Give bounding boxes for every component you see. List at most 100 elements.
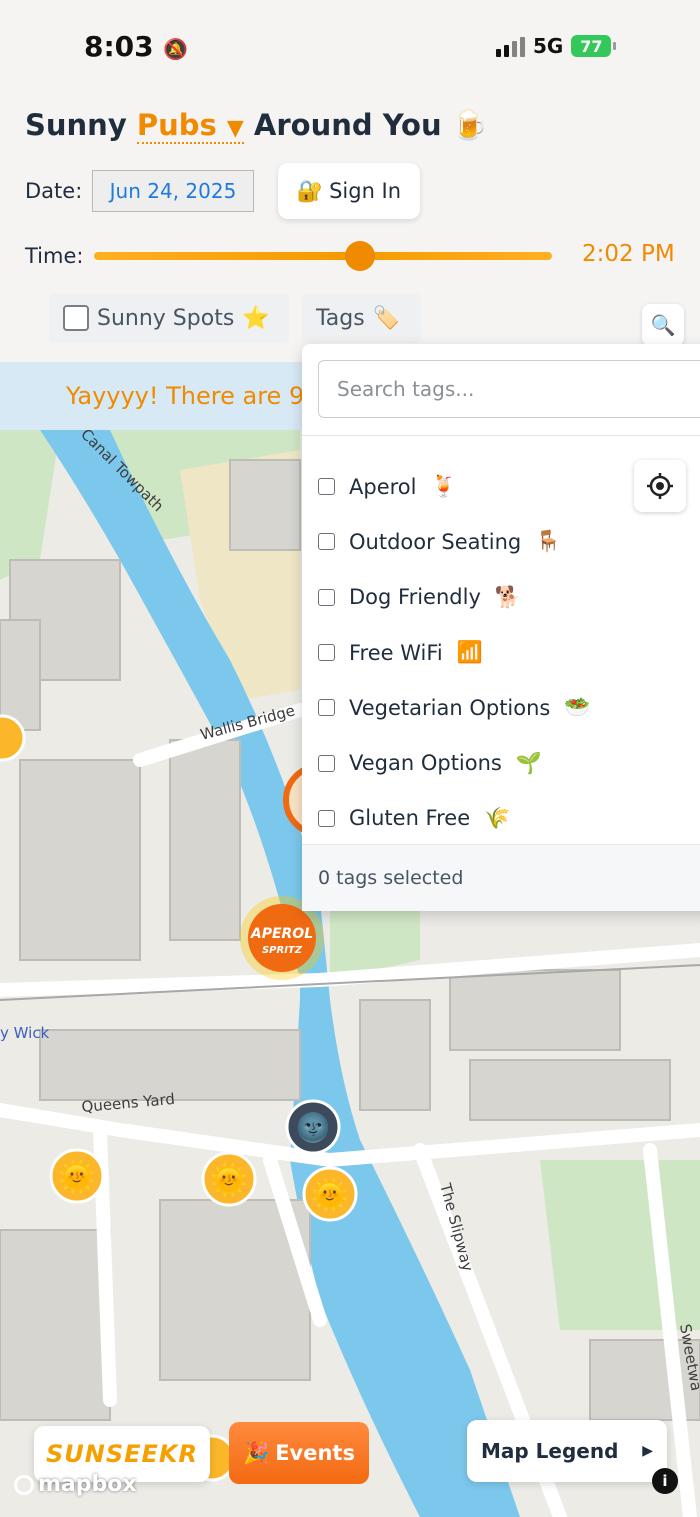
tag-label: Free WiFi [349, 640, 443, 665]
map-legend-label: Map Legend [481, 1439, 619, 1463]
salad-icon: 🥗 [564, 695, 591, 720]
marker-badge-line2: SPRITZ [262, 945, 303, 956]
status-time-value: 8:03 [84, 30, 154, 63]
signal-bars-icon: 📶 [456, 640, 483, 665]
cellular-signal-icon [496, 35, 525, 57]
tag-checkbox[interactable] [318, 809, 335, 827]
events-button[interactable]: 🎉 Events [229, 1422, 369, 1484]
wheat-icon: 🌾 [484, 805, 511, 830]
building [0, 1229, 111, 1421]
tag-checkbox[interactable] [318, 533, 335, 551]
mapbox-attribution[interactable]: mapbox [14, 1472, 137, 1497]
venue-marker-sun[interactable]: 🌞 [49, 1148, 105, 1204]
tag-option-dog-friendly[interactable]: Dog Friendly 🐕 [318, 570, 591, 625]
tag-label: Gluten Free [349, 806, 471, 831]
date-picker[interactable]: Jun 24, 2025 [92, 170, 254, 212]
sun-marker-emoji: 🌞 [210, 1161, 247, 1198]
time-value: 2:02 PM [582, 241, 675, 267]
battery-level: 77 [580, 36, 603, 56]
tag-option-aperol[interactable]: Aperol 🍹 [318, 459, 591, 514]
time-slider-track[interactable] [94, 252, 552, 260]
tag-checkbox[interactable] [318, 754, 335, 772]
tags-selected-count: 0 tags selected [302, 844, 700, 911]
sign-in-button[interactable]: 🔐 Sign In [278, 163, 420, 219]
venue-marker-sun[interactable]: 🌞 [201, 1151, 257, 1207]
mapbox-text: mapbox [38, 1472, 137, 1497]
lock-icon: 🔐 [296, 178, 324, 203]
venue-marker-sun[interactable]: 🌞 [302, 1166, 358, 1222]
venue-type-label: Pubs [136, 108, 217, 142]
date-label: Date: [25, 179, 83, 203]
building [449, 969, 621, 1051]
building [0, 619, 41, 731]
park-area [540, 1160, 700, 1330]
status-time: 8:03 🔕 [84, 30, 188, 63]
sign-in-label: Sign In [329, 179, 402, 203]
star-icon: ⭐ [242, 305, 270, 331]
results-banner-text: Yayyyy! There are 9 [66, 382, 305, 410]
title-prefix: Sunny [25, 108, 127, 142]
tag-option-vegetarian[interactable]: Vegetarian Options 🥗 [318, 680, 591, 735]
events-label: Events [275, 1441, 355, 1465]
sunny-spots-label: Sunny Spots [97, 305, 235, 331]
tags-dropdown: Aperol 🍹 Outdoor Seating 🪑 Dog Friendly … [302, 344, 700, 911]
sun-marker-emoji: 🌞 [311, 1176, 348, 1213]
title-suffix: Around You [253, 108, 442, 142]
building [359, 999, 431, 1111]
tag-label: Aperol [349, 474, 417, 499]
marker-badge-line1: APEROL [250, 926, 313, 942]
beer-icon: 🍺 [451, 108, 488, 142]
sun-marker-emoji: 🌞 [58, 1158, 95, 1195]
moon-marker-emoji: 🌚 [296, 1111, 331, 1144]
tag-icon: 🏷️ [372, 305, 401, 331]
seedling-icon: 🌱 [515, 750, 543, 775]
tag-checkbox[interactable] [318, 478, 335, 496]
sunny-spots-checkbox[interactable] [63, 305, 89, 331]
tag-option-outdoor-seating[interactable]: Outdoor Seating 🪑 [318, 514, 591, 569]
mapbox-logo-icon [14, 1474, 34, 1495]
tag-checkbox[interactable] [318, 699, 335, 717]
search-button[interactable]: 🔍 [642, 304, 684, 346]
tag-search-input[interactable] [318, 360, 700, 418]
dog-icon: 🐕 [494, 584, 522, 609]
locate-me-button[interactable] [634, 460, 686, 512]
dropdown-divider [302, 435, 700, 436]
building [19, 759, 141, 961]
time-label: Time: [25, 244, 84, 268]
info-symbol: i [662, 1472, 668, 1490]
tags-selected-text: 0 tags selected [318, 867, 464, 889]
tag-checkbox[interactable] [318, 644, 335, 662]
page-title: Sunny Pubs ▼ Around You 🍺 [25, 108, 488, 144]
play-arrow-icon: ▶ [642, 1443, 653, 1459]
street-label: y Wick [0, 1024, 50, 1042]
tag-list: Aperol 🍹 Outdoor Seating 🪑 Dog Friendly … [318, 459, 591, 846]
magnifying-glass-icon: 🔍 [650, 313, 676, 337]
tag-label: Outdoor Seating [349, 529, 522, 554]
tag-label: Vegan Options [349, 751, 502, 776]
venue-marker-moon[interactable]: 🌚 [285, 1099, 341, 1155]
battery-icon: 77 [571, 35, 617, 57]
map-legend-button[interactable]: Map Legend ▶ [467, 1420, 667, 1482]
chair-icon: 🪑 [535, 529, 562, 554]
venue-type-selector[interactable]: Pubs ▼ [136, 108, 244, 144]
network-type: 5G [533, 34, 564, 58]
date-value: Jun 24, 2025 [109, 179, 237, 203]
tag-checkbox[interactable] [318, 588, 335, 606]
time-slider-thumb[interactable] [344, 241, 375, 271]
info-icon[interactable]: i [652, 1468, 678, 1494]
cocktail-icon: 🍹 [430, 474, 457, 499]
tag-option-gluten-free[interactable]: Gluten Free 🌾 [318, 791, 591, 846]
sunny-spots-filter[interactable]: Sunny Spots ⭐ [49, 293, 289, 343]
bell-slash-icon: 🔕 [163, 37, 189, 61]
dropdown-arrow-icon: ▼ [226, 116, 244, 141]
tag-label: Vegetarian Options [349, 695, 551, 720]
building [469, 1059, 671, 1121]
tags-label: Tags [316, 305, 365, 331]
status-indicators: 5G 77 [496, 34, 617, 58]
crosshair-icon [647, 473, 673, 499]
building [229, 459, 301, 551]
brand-logo: SUNSEEKR [45, 1440, 198, 1468]
tag-option-free-wifi[interactable]: Free WiFi 📶 [318, 625, 591, 680]
tag-option-vegan[interactable]: Vegan Options 🌱 [318, 735, 591, 790]
tags-filter-button[interactable]: Tags 🏷️ [302, 293, 421, 343]
